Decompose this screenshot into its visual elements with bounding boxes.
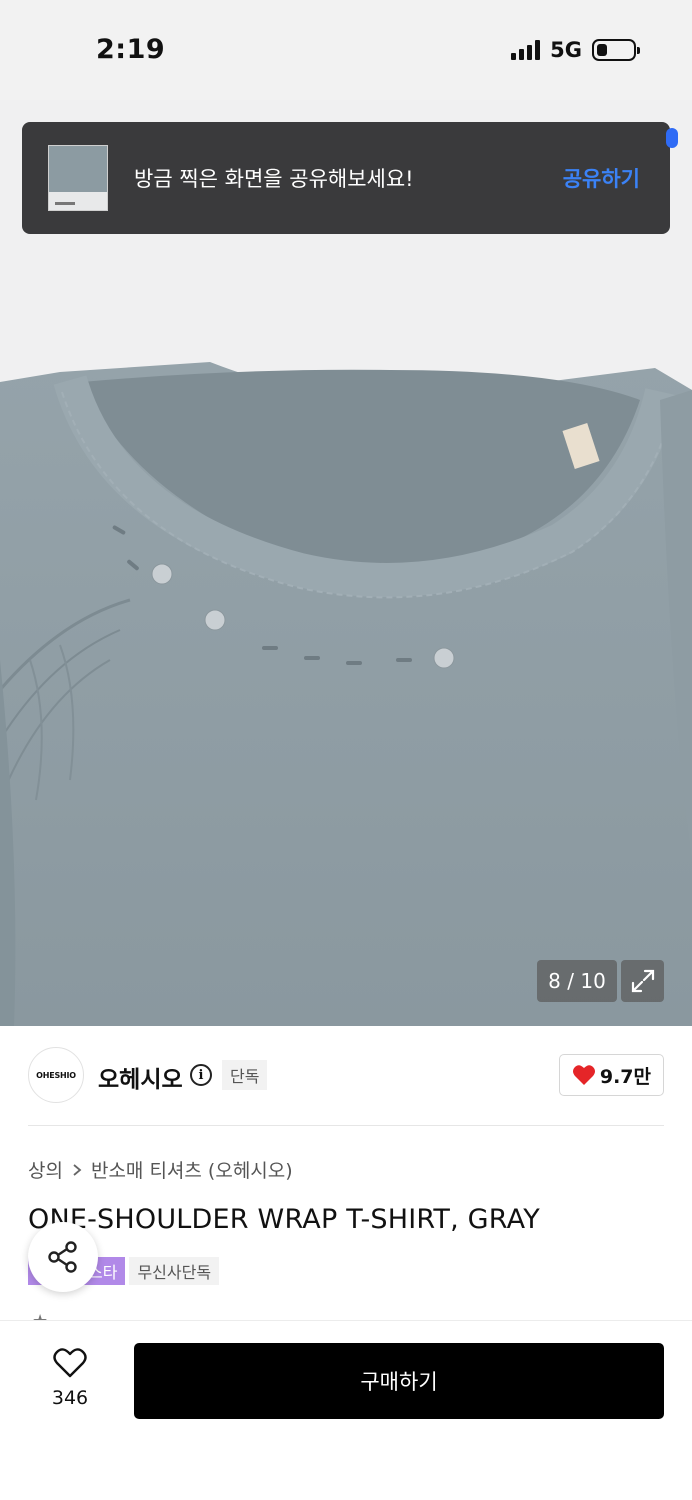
chevron-right-icon — [73, 1163, 82, 1176]
expand-icon — [631, 969, 654, 993]
status-time: 2:19 — [96, 34, 166, 65]
badge-exclusive: 무신사단독 — [129, 1257, 220, 1285]
expand-button[interactable] — [621, 960, 664, 1002]
exclusive-tag: 단독 — [222, 1060, 268, 1090]
floating-indicator — [666, 128, 678, 148]
brand-name[interactable]: 오헤시오 — [98, 1060, 183, 1094]
network-label: 5G — [550, 38, 582, 62]
battery-icon — [592, 39, 640, 61]
screenshot-thumbnail[interactable] — [48, 145, 108, 211]
brand-like-button[interactable]: 9.7만 — [558, 1054, 664, 1096]
wish-button[interactable]: 346 — [40, 1347, 100, 1409]
signal-icon — [511, 40, 541, 60]
tshirt-photo — [0, 362, 692, 1026]
breadcrumb-item-subcategory[interactable]: 반소매 티셔츠 (오헤시오) — [91, 1156, 293, 1183]
image-counter: 8 / 10 — [537, 960, 617, 1002]
thumbnail-text — [55, 202, 75, 205]
status-indicators: 5G — [511, 38, 640, 62]
toast-message: 방금 찍은 화면을 공유해보세요! — [134, 167, 414, 191]
brand-like-count: 9.7만 — [599, 1065, 651, 1088]
heart-filled-icon — [572, 1065, 595, 1085]
info-icon[interactable]: i — [190, 1064, 212, 1086]
heart-outline-icon — [53, 1348, 87, 1378]
product-image[interactable] — [0, 100, 692, 1026]
brand-logo[interactable]: OHESHIO — [28, 1047, 84, 1103]
wish-count: 346 — [51, 1387, 89, 1409]
breadcrumb: 상의 반소매 티셔츠 (오헤시오) — [28, 1156, 293, 1183]
breadcrumb-item-category[interactable]: 상의 — [28, 1156, 63, 1183]
battery-cap — [637, 47, 640, 54]
buy-button[interactable]: 구매하기 — [134, 1343, 664, 1419]
brand-row: OHESHIO 오헤시오 i 단독 9.7만 — [0, 1026, 692, 1126]
section-divider — [28, 1125, 664, 1126]
thumbnail-image — [49, 146, 107, 193]
share-toast: 방금 찍은 화면을 공유해보세요! 공유하기 — [22, 122, 670, 234]
status-bar: 2:19 5G — [0, 0, 692, 100]
share-button[interactable] — [28, 1222, 98, 1292]
share-icon — [48, 1241, 77, 1273]
battery-level — [597, 44, 608, 56]
share-action-button[interactable]: 공유하기 — [563, 163, 640, 193]
product-title: ONE-SHOULDER WRAP T-SHIRT, GRAY — [28, 1204, 540, 1235]
bottom-action-bar: 346 구매하기 — [0, 1320, 692, 1500]
